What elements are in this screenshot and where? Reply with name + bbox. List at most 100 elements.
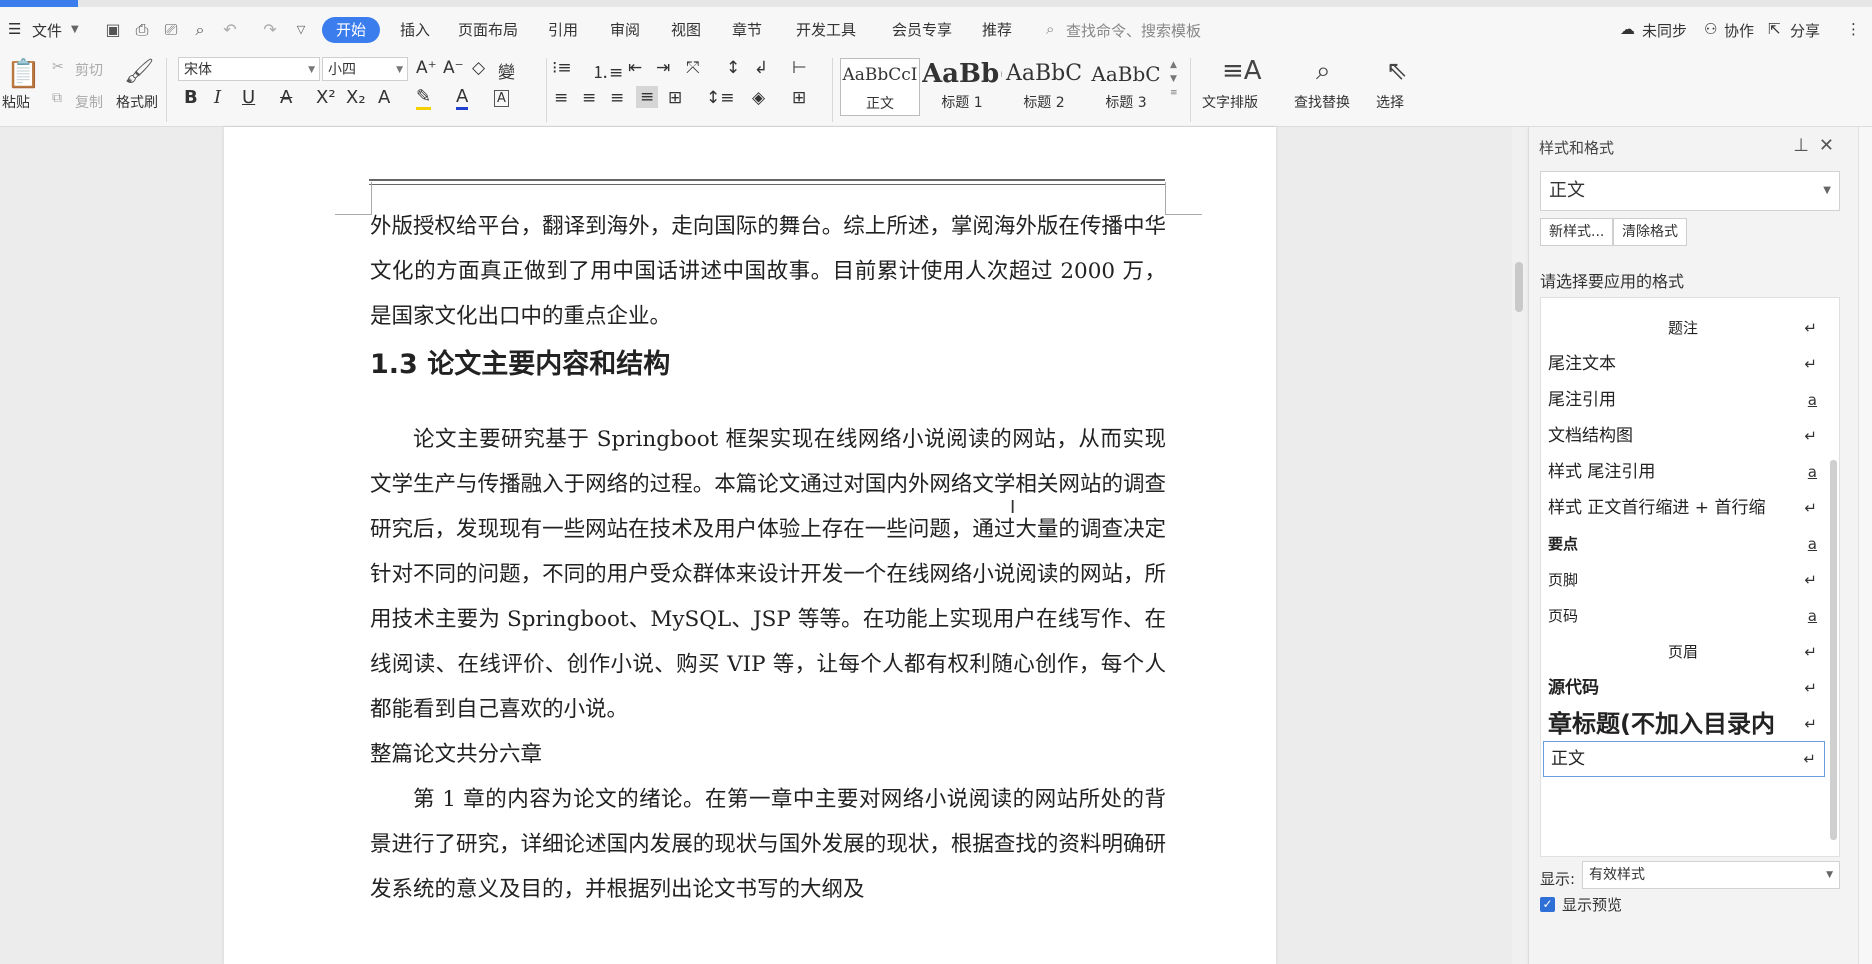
style-heading-2[interactable]: AaBbC 标题 2 (1004, 58, 1084, 116)
pane-title[interactable]: 样式和格式 (1539, 137, 1614, 158)
subscript-icon[interactable]: X₂ (346, 87, 366, 108)
clear-formatting-icon[interactable]: ◇ (472, 58, 485, 78)
bullets-icon[interactable]: ⁝≡ (552, 58, 572, 78)
superscript-icon[interactable]: X² (316, 87, 336, 108)
print-icon[interactable]: ⎚ (160, 19, 182, 41)
tab-review[interactable]: 审阅 (604, 17, 646, 43)
align-justify-icon[interactable]: ≡ (636, 86, 659, 108)
copy-icon[interactable]: ⧉ (52, 90, 62, 106)
hamburger-icon[interactable]: ☰ (8, 20, 21, 38)
cloud-sync-icon[interactable]: ☁ (1620, 20, 1635, 38)
more-icon[interactable]: ⋮ (1846, 20, 1861, 38)
search-command-input[interactable]: 查找命令、搜索模板 (1066, 20, 1201, 41)
format-painter-icon[interactable]: 🖌 (124, 57, 154, 85)
scrollbar-thumb[interactable] (1515, 262, 1523, 312)
decrease-indent-icon[interactable]: ⇤ (628, 58, 642, 78)
align-right-icon[interactable]: ≡ (610, 88, 624, 108)
grow-font-icon[interactable]: A⁺ (416, 58, 437, 78)
strikethrough-icon[interactable]: A (280, 87, 292, 108)
document-scrollbar[interactable] (1512, 127, 1526, 964)
tab-insert[interactable]: 插入 (394, 17, 436, 43)
style-list-scrollbar[interactable] (1830, 300, 1838, 840)
cut-button[interactable]: 剪切 (75, 60, 103, 80)
font-color-icon[interactable]: A (456, 87, 469, 110)
pin-icon[interactable]: ⊥ (1793, 135, 1819, 156)
section-heading[interactable]: 1.3 论文主要内容和结构 (370, 339, 1166, 391)
save-icon[interactable]: ▣ (102, 19, 124, 41)
style-heading-3[interactable]: AaBbC 标题 3 (1086, 58, 1166, 116)
show-preview-checkbox[interactable]: ✓ (1540, 897, 1555, 912)
show-preview-label[interactable]: 显示预览 (1562, 894, 1622, 915)
find-replace-button[interactable]: 查找替换 (1294, 92, 1350, 112)
tab-chapter[interactable]: 章节 (726, 17, 768, 43)
chevron-down-icon[interactable]: ▼ (71, 24, 79, 35)
customize-toolbar-icon[interactable]: ▽ (290, 19, 312, 41)
tab-references[interactable]: 引用 (542, 17, 584, 43)
new-style-button[interactable]: 新样式... (1540, 218, 1614, 246)
numbering-icon[interactable]: ⒈≡ (592, 58, 623, 83)
tab-page-layout[interactable]: 页面布局 (452, 17, 524, 43)
distribute-icon[interactable]: ⊞ (668, 88, 682, 108)
paragraph[interactable]: 整篇论文共分六章 (370, 732, 1166, 777)
tab-developer[interactable]: 开发工具 (790, 17, 862, 43)
document-page[interactable]: 外版授权给平台，翻译到海外，走向国际的舞台。综上所述，掌阅海外版在传播中华文化的… (224, 127, 1276, 964)
select-cursor-icon[interactable]: ⇖ (1386, 56, 1408, 86)
sync-status[interactable]: 未同步 (1642, 20, 1687, 41)
char-border-icon[interactable]: A (494, 90, 509, 107)
text-layout-button[interactable]: 文字排版 (1202, 92, 1258, 112)
export-pdf-icon[interactable]: ⎙ (131, 19, 153, 41)
search-icon[interactable]: ⌕ (1046, 20, 1054, 38)
font-name-select[interactable]: 宋体 ▼ (178, 57, 320, 81)
paragraph[interactable]: 第 1 章的内容为论文的绪论。在第一章中主要对网络小说阅读的网站所处的背景进行了… (370, 777, 1166, 912)
paste-icon[interactable]: 📋 (6, 57, 41, 90)
phonetic-guide-icon[interactable]: 變 (498, 58, 515, 83)
style-heading-1[interactable]: AaBb( 标题 1 (922, 58, 1002, 116)
font-size-select[interactable]: 小四 ▼ (322, 57, 408, 81)
document-body[interactable]: 外版授权给平台，翻译到海外，走向国际的舞台。综上所述，掌阅海外版在传播中华文化的… (370, 204, 1166, 912)
sort-icon[interactable]: ↕ (726, 58, 740, 78)
tab-view[interactable]: 视图 (665, 17, 707, 43)
align-center-icon[interactable]: ≡ (582, 88, 596, 108)
increase-indent-icon[interactable]: ⇥ (656, 58, 670, 78)
text-layout-icon[interactable]: ≡A (1222, 56, 1262, 86)
collaborate-icon[interactable]: ⚇ (1704, 20, 1717, 38)
show-select[interactable]: 有效样式 ▼ (1582, 861, 1840, 889)
tab-home[interactable]: 开始 (322, 17, 381, 43)
tab-stop-icon[interactable]: ⊢ (792, 58, 807, 78)
italic-icon[interactable]: I (214, 87, 221, 108)
select-button[interactable]: 选择 (1376, 92, 1404, 112)
redo-icon[interactable]: ↷ (259, 19, 281, 41)
style-normal[interactable]: AaBbCcI 正文 (840, 58, 920, 116)
align-left-icon[interactable]: ≡ (554, 88, 568, 108)
paragraph[interactable]: 论文主要研究基于 Springboot 框架实现在线网络小说阅读的网站，从而实现… (370, 417, 1166, 732)
list-item[interactable]: 章标题(不加入目录内 ↵ (1541, 703, 1825, 745)
collaborate-button[interactable]: 协作 (1724, 20, 1754, 41)
tab-member[interactable]: 会员专享 (886, 17, 958, 43)
close-icon[interactable]: ✕ (1819, 135, 1844, 156)
scrollbar-thumb[interactable] (1830, 460, 1837, 840)
share-button[interactable]: 分享 (1790, 20, 1820, 41)
copy-button[interactable]: 复制 (75, 92, 103, 112)
tab-recommend[interactable]: 推荐 (976, 17, 1018, 43)
show-marks-icon[interactable]: ↲ (754, 58, 768, 78)
clear-format-button[interactable]: 清除格式 (1613, 218, 1687, 246)
find-icon[interactable]: ⌕ (1316, 56, 1331, 87)
format-painter-button[interactable]: 格式刷 (116, 92, 158, 112)
highlight-icon[interactable]: ✎ (416, 87, 432, 110)
cut-icon[interactable]: ✂ (52, 59, 64, 75)
styles-scroll-icon[interactable]: ▲ ▼ ≡ (1170, 58, 1178, 100)
line-spacing-icon[interactable]: ↕≡ (706, 88, 735, 108)
current-style-select[interactable]: 正文 ▼ (1540, 171, 1840, 211)
file-menu[interactable]: 文件 (32, 20, 62, 41)
bold-icon[interactable]: B (184, 87, 198, 108)
text-direction-icon[interactable]: ⤧ (686, 58, 700, 78)
undo-icon[interactable]: ↶ (219, 19, 241, 41)
list-item[interactable]: 正文 ↵ (1543, 741, 1825, 777)
borders-icon[interactable]: ⊞ (792, 88, 806, 108)
paste-button[interactable]: 粘贴 (2, 92, 30, 112)
share-icon[interactable]: ⇱ (1768, 20, 1781, 38)
underline-icon[interactable]: U (242, 87, 255, 108)
print-preview-icon[interactable]: ⌕ (189, 19, 211, 41)
paragraph[interactable]: 外版授权给平台，翻译到海外，走向国际的舞台。综上所述，掌阅海外版在传播中华文化的… (370, 204, 1166, 339)
text-effect-icon[interactable]: A (378, 87, 390, 108)
